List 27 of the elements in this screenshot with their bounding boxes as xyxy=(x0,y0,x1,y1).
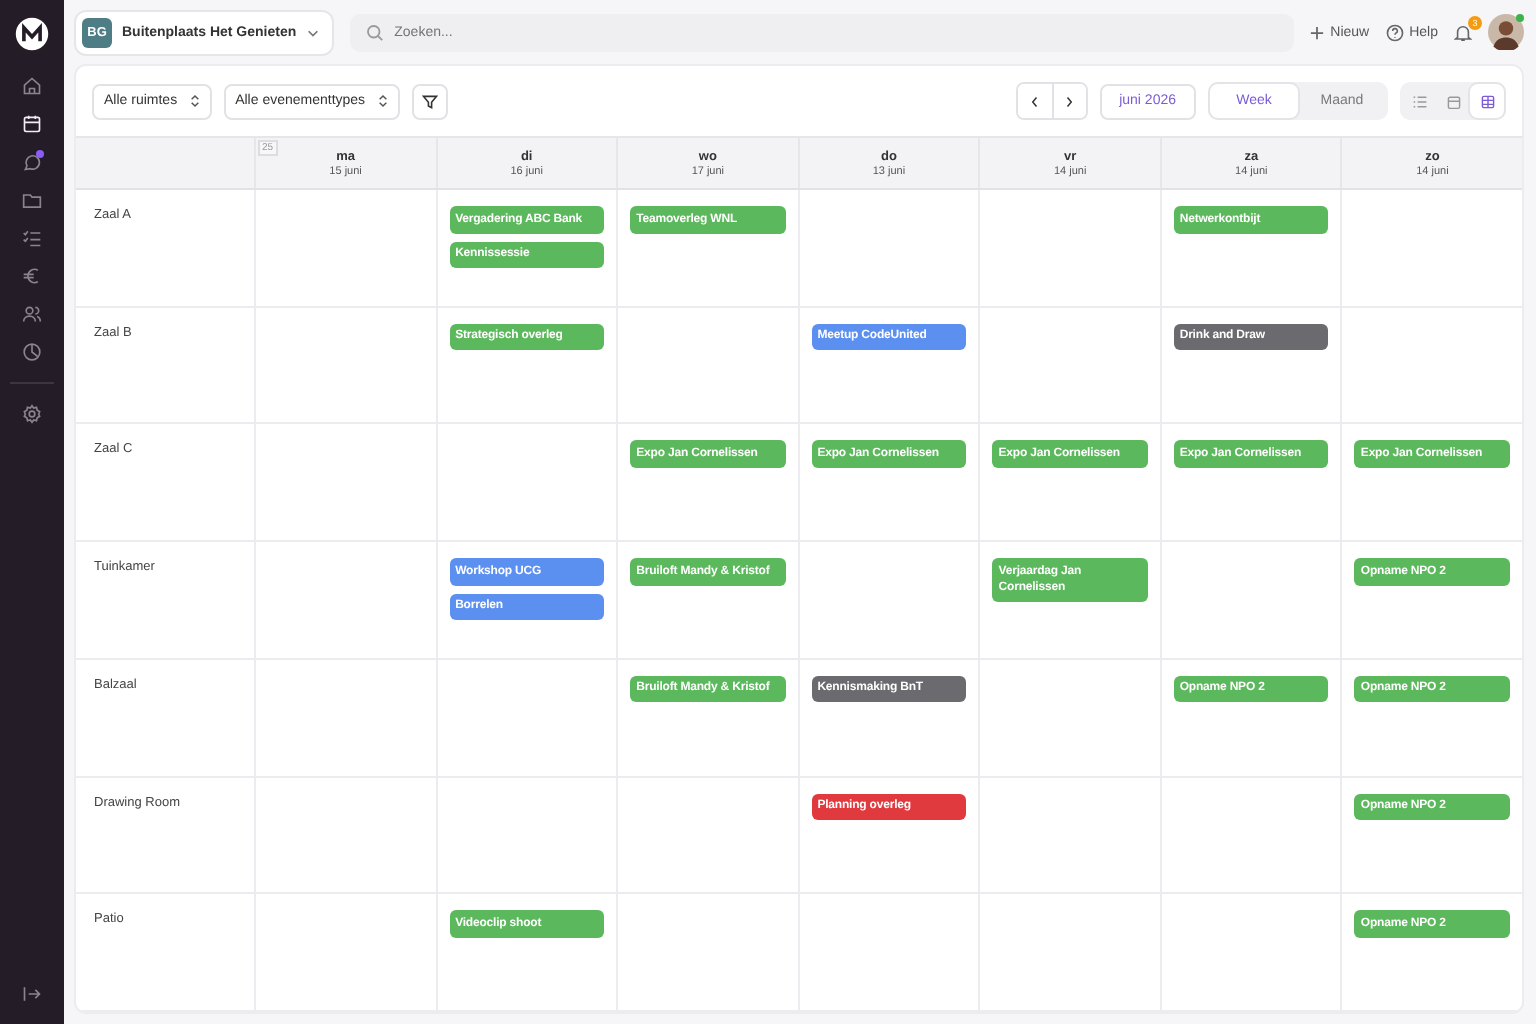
chevron-down-icon xyxy=(306,25,321,39)
bell-icon[interactable] xyxy=(1454,23,1472,41)
sidebar-chart-icon[interactable] xyxy=(20,340,44,364)
plus-icon xyxy=(1310,25,1325,39)
chevron-left-icon xyxy=(1029,95,1040,107)
logout-icon[interactable] xyxy=(22,984,42,1004)
logo-icon[interactable] xyxy=(14,16,50,52)
search-icon xyxy=(366,23,385,41)
sidebar-tasks-icon[interactable] xyxy=(20,226,44,250)
sort-icon xyxy=(189,94,200,108)
sidebar-settings-icon[interactable] xyxy=(20,402,44,426)
chevron-right-icon xyxy=(1064,95,1075,107)
sidebar-chat-icon[interactable] xyxy=(20,150,44,174)
sidebar-folder-icon[interactable] xyxy=(20,188,44,212)
filter-icon xyxy=(421,93,438,109)
grid-icon xyxy=(1479,93,1495,109)
avatar[interactable] xyxy=(1488,14,1524,50)
sort-icon xyxy=(377,94,388,108)
grid-view-button[interactable] xyxy=(1470,84,1504,118)
list-icon xyxy=(1411,93,1427,109)
sidebar-calendar-icon[interactable] xyxy=(20,112,44,136)
sidebar-euro-icon[interactable] xyxy=(20,264,44,288)
filter-button[interactable] xyxy=(411,83,448,119)
help-icon xyxy=(1385,23,1404,41)
sidebar-home-icon[interactable] xyxy=(20,74,44,98)
sidebar-people-icon[interactable] xyxy=(20,302,44,326)
calendar-icon xyxy=(1445,93,1461,109)
